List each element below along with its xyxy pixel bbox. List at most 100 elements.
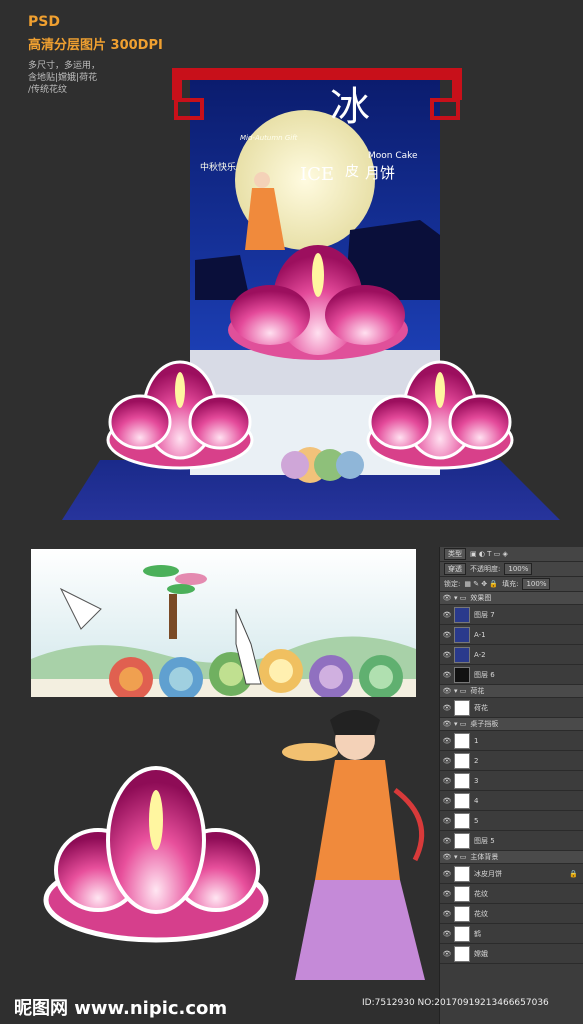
- layer-row[interactable]: 👁 冰皮月饼 🔒: [440, 864, 583, 884]
- layer-thumbnail: [454, 925, 470, 942]
- layer-thumbnail: [454, 885, 470, 902]
- layer-name: 荷花: [474, 703, 488, 712]
- layer-group-row[interactable]: 👁 ▾ ▭ 效果图: [440, 592, 583, 605]
- visibility-eye-icon[interactable]: 👁: [440, 910, 454, 918]
- image-id-text: ID:7512930 NO:20170919213466657036: [362, 998, 549, 1008]
- layer-row[interactable]: 👁 3: [440, 771, 583, 791]
- layer-name: 5: [474, 816, 479, 825]
- table-panel-artwork: [31, 549, 416, 697]
- layer-name: 花纹: [474, 889, 488, 898]
- layer-thumbnail: [454, 945, 470, 962]
- visibility-eye-icon[interactable]: 👁: [440, 737, 454, 745]
- layer-row[interactable]: 👁 图层 6: [440, 665, 583, 685]
- visibility-eye-icon[interactable]: 👁: [440, 687, 454, 695]
- layer-thumbnail: [454, 812, 470, 829]
- visibility-eye-icon[interactable]: 👁: [440, 930, 454, 938]
- visibility-eye-icon[interactable]: 👁: [440, 720, 454, 728]
- layer-row[interactable]: 👁 图层 7: [440, 605, 583, 625]
- layer-name: 1: [474, 736, 479, 745]
- layer-name: 图层 5: [474, 836, 495, 845]
- layer-row[interactable]: 👁 A-2: [440, 645, 583, 665]
- layer-name: 图层 6: [474, 670, 495, 679]
- layer-name: 3: [474, 776, 479, 785]
- visibility-eye-icon[interactable]: 👁: [440, 631, 454, 639]
- visibility-eye-icon[interactable]: 👁: [440, 594, 454, 602]
- festival-text: 中秋快乐: [200, 161, 236, 173]
- layer-thumbnail: [454, 699, 470, 716]
- layer-name: 4: [474, 796, 479, 805]
- layer-row[interactable]: 👁 1: [440, 731, 583, 751]
- blend-bar: 穿透 不透明度: 100%: [440, 562, 583, 577]
- title-mooncake: 月饼: [365, 164, 395, 182]
- layer-name: 桌子挡板: [470, 720, 499, 728]
- visibility-eye-icon[interactable]: 👁: [440, 651, 454, 659]
- layer-thumbnail: [454, 832, 470, 849]
- title-skin-char: 皮: [345, 164, 359, 180]
- layer-thumbnail: [454, 865, 470, 882]
- title-ice-char: 冰: [330, 84, 370, 130]
- layer-thumbnail: [454, 732, 470, 749]
- change-goddess-figure: [282, 710, 425, 980]
- layer-name: 荷花: [470, 687, 485, 695]
- fill-label: 填充:: [502, 580, 519, 588]
- filter-icons: ▣ ◐ T ▭ ◈: [470, 550, 508, 558]
- layer-group-row[interactable]: 👁 ▾ ▭ 桌子挡板: [440, 718, 583, 731]
- layer-thumbnail: [454, 752, 470, 769]
- table-hills: [281, 447, 364, 483]
- layer-row[interactable]: 👁 花纹: [440, 884, 583, 904]
- folder-icon[interactable]: ▾ ▭: [454, 853, 466, 861]
- layer-name: 2: [474, 756, 479, 765]
- fill-input[interactable]: 100%: [522, 578, 551, 590]
- folder-icon[interactable]: ▾ ▭: [454, 720, 466, 728]
- layer-group-row[interactable]: 👁 ▾ ▭ 荷花: [440, 685, 583, 698]
- visibility-eye-icon[interactable]: 👁: [440, 777, 454, 785]
- visibility-eye-icon[interactable]: 👁: [440, 870, 454, 878]
- layer-thumbnail: [454, 792, 470, 809]
- opacity-input[interactable]: 100%: [504, 563, 533, 575]
- title-script: Mid-Autumn Gift: [240, 134, 298, 142]
- layers-filter-bar: 类型 ▣ ◐ T ▭ ◈: [440, 547, 583, 562]
- lock-icon: 🔒: [569, 869, 578, 878]
- layer-thumbnail: [454, 666, 470, 683]
- layer-group-row[interactable]: 👁 ▾ ▭ 主体背景: [440, 851, 583, 864]
- visibility-eye-icon[interactable]: 👁: [440, 797, 454, 805]
- display-stand-illustration: 冰 ICE 皮 月饼 Moon Cake Mid-Autumn Gift 中秋快…: [62, 68, 560, 520]
- lock-bar: 锁定: ▦ ✎ ✥ 🔒 填充: 100%: [440, 577, 583, 592]
- layer-row[interactable]: 👁 5: [440, 811, 583, 831]
- title-moon-cake-en: Moon Cake: [368, 151, 418, 161]
- layer-row[interactable]: 👁 4: [440, 791, 583, 811]
- blend-mode-select[interactable]: 穿透: [444, 563, 466, 575]
- resolution-label: 高清分层图片 300DPI: [28, 38, 163, 53]
- visibility-eye-icon[interactable]: 👁: [440, 611, 454, 619]
- layer-name: 效果图: [470, 594, 492, 602]
- kind-filter-select[interactable]: 类型: [444, 548, 466, 560]
- layer-row[interactable]: 👁 2: [440, 751, 583, 771]
- visibility-eye-icon[interactable]: 👁: [440, 671, 454, 679]
- visibility-eye-icon[interactable]: 👁: [440, 950, 454, 958]
- opacity-label: 不透明度:: [470, 565, 501, 573]
- layer-row[interactable]: 👁 荷花: [440, 698, 583, 718]
- lock-icons[interactable]: ▦ ✎ ✥ 🔒: [464, 580, 498, 588]
- visibility-eye-icon[interactable]: 👁: [440, 757, 454, 765]
- visibility-eye-icon[interactable]: 👁: [440, 817, 454, 825]
- folder-icon[interactable]: ▾ ▭: [454, 594, 466, 602]
- layer-row[interactable]: 👁 嫦娥: [440, 944, 583, 964]
- layer-row[interactable]: 👁 花纹: [440, 904, 583, 924]
- folder-icon[interactable]: ▾ ▭: [454, 687, 466, 695]
- layer-list: 👁 ▾ ▭ 效果图 👁 图层 7 👁 A-1 👁 A-2 👁 图层 6 👁 ▾ ▭ 荷花 👁 荷花 👁 ▾ ▭ 桌子…: [440, 592, 583, 964]
- visibility-eye-icon[interactable]: 👁: [440, 837, 454, 845]
- visibility-eye-icon[interactable]: 👁: [440, 704, 454, 712]
- site-logo: 昵图网 www.nipic.com: [14, 998, 228, 1019]
- layer-name: 冰皮月饼: [474, 869, 502, 878]
- layer-row[interactable]: 👁 A-1: [440, 625, 583, 645]
- visibility-eye-icon[interactable]: 👁: [440, 890, 454, 898]
- layer-row[interactable]: 👁 鹤: [440, 924, 583, 944]
- layer-name: 花纹: [474, 909, 488, 918]
- layer-name: 鹤: [474, 929, 481, 938]
- lotus-cutout: [43, 766, 269, 943]
- layer-name: 嫦娥: [474, 949, 488, 958]
- layer-row[interactable]: 👁 图层 5: [440, 831, 583, 851]
- layer-name: A-2: [474, 650, 486, 659]
- visibility-eye-icon[interactable]: 👁: [440, 853, 454, 861]
- layer-thumbnail: [454, 646, 470, 663]
